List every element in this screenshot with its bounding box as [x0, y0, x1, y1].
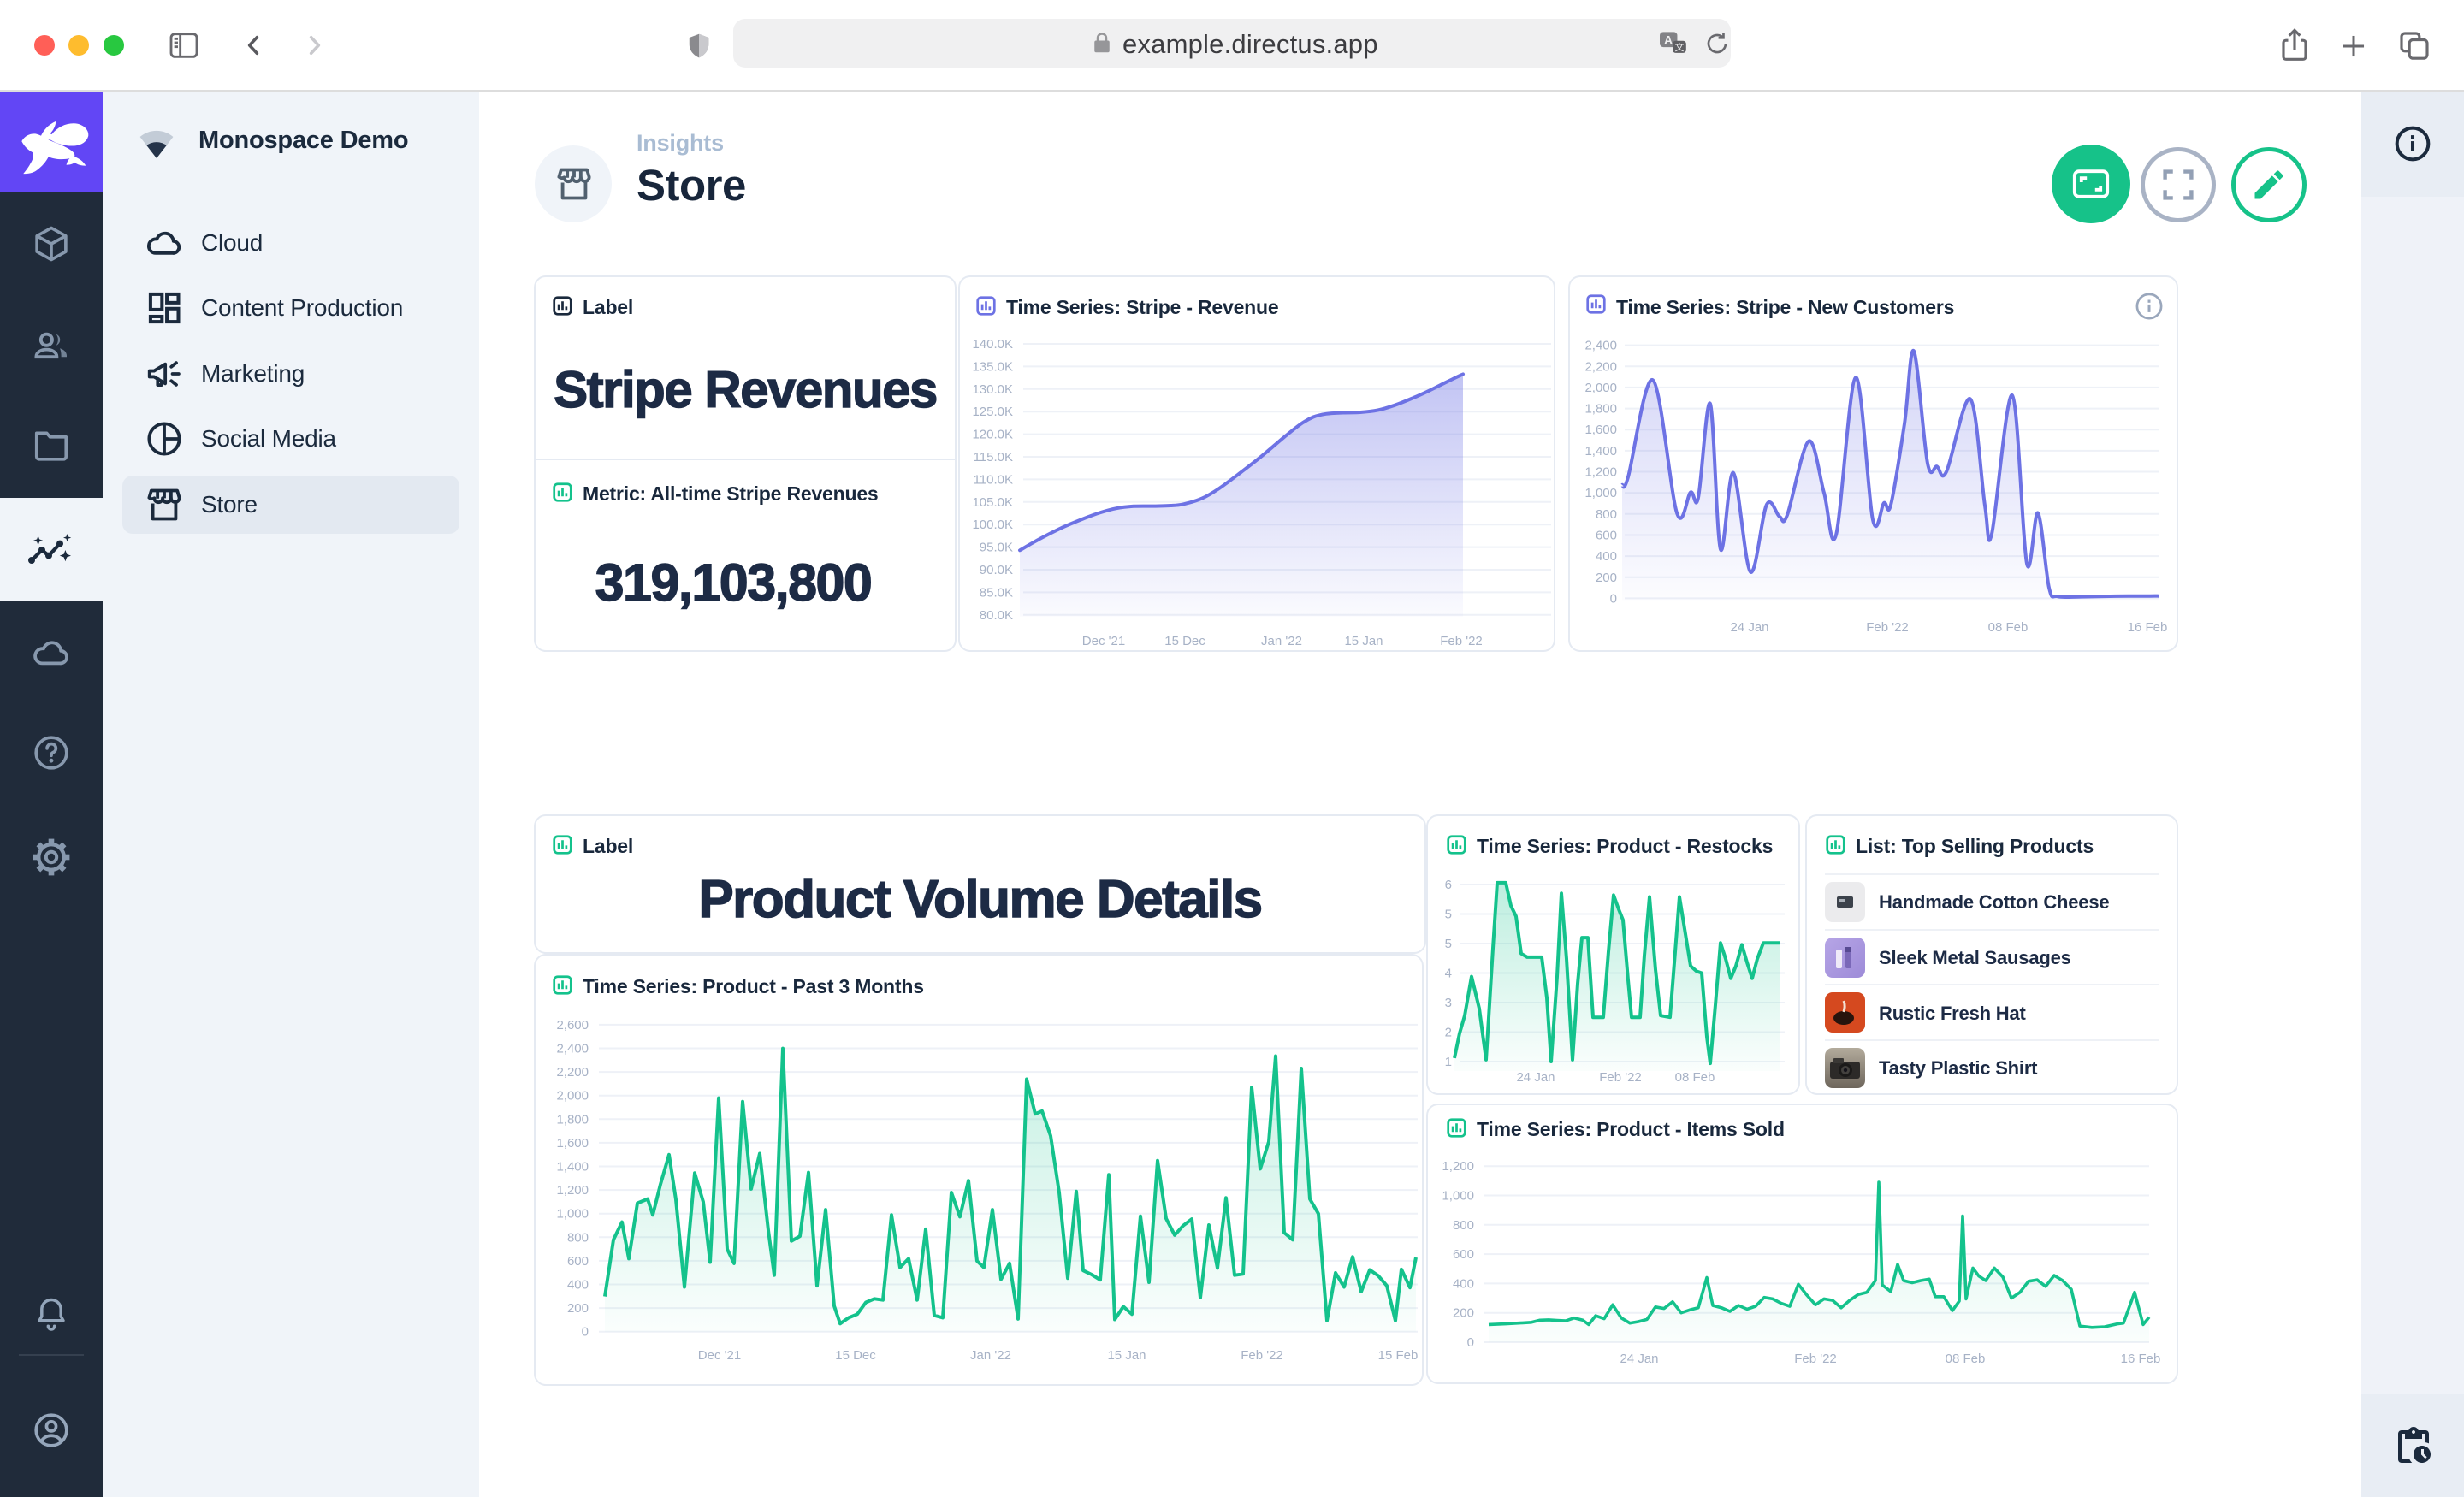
- svg-text:1,000: 1,000: [1442, 1189, 1474, 1204]
- svg-text:2,200: 2,200: [1584, 359, 1617, 374]
- svg-text:24 Jan: 24 Jan: [1620, 1352, 1658, 1366]
- svg-text:A: A: [1664, 33, 1673, 46]
- svg-text:140.0K: 140.0K: [972, 337, 1013, 352]
- svg-text:15 Feb: 15 Feb: [1378, 1348, 1419, 1363]
- svg-text:Feb '22: Feb '22: [1440, 634, 1483, 648]
- svg-text:200: 200: [1453, 1306, 1474, 1321]
- svg-text:80.0K: 80.0K: [980, 608, 1013, 623]
- svg-text:200: 200: [1596, 571, 1617, 585]
- svg-text:600: 600: [1596, 529, 1617, 543]
- svg-text:1,800: 1,800: [1584, 402, 1617, 417]
- svg-text:110.0K: 110.0K: [974, 472, 1013, 487]
- svg-text:文: 文: [1674, 41, 1684, 53]
- svg-text:2,600: 2,600: [556, 1018, 589, 1033]
- svg-text:2,000: 2,000: [556, 1089, 589, 1104]
- svg-text:2,200: 2,200: [556, 1065, 589, 1080]
- svg-text:15 Jan: 15 Jan: [1107, 1348, 1146, 1363]
- svg-text:3: 3: [1445, 996, 1452, 1010]
- svg-text:135.0K: 135.0K: [972, 359, 1013, 374]
- svg-text:1,600: 1,600: [556, 1136, 589, 1151]
- svg-text:15 Jan: 15 Jan: [1344, 634, 1383, 648]
- svg-text:130.0K: 130.0K: [972, 382, 1013, 397]
- svg-text:95.0K: 95.0K: [980, 541, 1013, 555]
- svg-text:1: 1: [1445, 1055, 1452, 1069]
- svg-text:120.0K: 120.0K: [972, 428, 1013, 442]
- svg-text:800: 800: [1453, 1218, 1474, 1233]
- svg-text:Dec '21: Dec '21: [1082, 634, 1125, 648]
- svg-text:400: 400: [1596, 549, 1617, 564]
- svg-text:16 Feb: 16 Feb: [2121, 1352, 2161, 1366]
- svg-text:Feb '22: Feb '22: [1599, 1070, 1642, 1085]
- svg-text:800: 800: [567, 1230, 589, 1245]
- svg-text:24 Jan: 24 Jan: [1730, 620, 1768, 635]
- svg-text:2,000: 2,000: [1584, 381, 1617, 395]
- svg-text:400: 400: [567, 1278, 589, 1293]
- svg-text:15 Dec: 15 Dec: [1164, 634, 1205, 648]
- svg-text:Feb '22: Feb '22: [1866, 620, 1909, 635]
- svg-text:Feb '22: Feb '22: [1241, 1348, 1283, 1363]
- svg-text:1,200: 1,200: [1584, 465, 1617, 480]
- svg-text:85.0K: 85.0K: [980, 585, 1013, 600]
- svg-text:Dec '21: Dec '21: [698, 1348, 741, 1363]
- svg-text:16 Feb: 16 Feb: [2128, 620, 2168, 635]
- svg-text:100.0K: 100.0K: [972, 518, 1013, 532]
- svg-text:2,400: 2,400: [1584, 339, 1617, 353]
- svg-text:125.0K: 125.0K: [972, 405, 1013, 419]
- svg-text:15 Dec: 15 Dec: [835, 1348, 876, 1363]
- svg-text:24 Jan: 24 Jan: [1516, 1070, 1555, 1085]
- svg-text:Jan '22: Jan '22: [1261, 634, 1302, 648]
- svg-text:1,600: 1,600: [1584, 423, 1617, 437]
- svg-text:Jan '22: Jan '22: [970, 1348, 1011, 1363]
- svg-text:600: 600: [1453, 1247, 1474, 1262]
- svg-text:0: 0: [1610, 591, 1617, 606]
- svg-text:Feb '22: Feb '22: [1794, 1352, 1837, 1366]
- svg-text:115.0K: 115.0K: [974, 450, 1013, 464]
- svg-text:5: 5: [1445, 908, 1452, 922]
- svg-text:08 Feb: 08 Feb: [1675, 1070, 1715, 1085]
- svg-text:1,400: 1,400: [556, 1160, 589, 1175]
- svg-text:08 Feb: 08 Feb: [1988, 620, 2029, 635]
- svg-text:4: 4: [1445, 967, 1452, 981]
- svg-text:200: 200: [567, 1301, 589, 1316]
- svg-text:5: 5: [1445, 937, 1452, 951]
- svg-text:2,400: 2,400: [556, 1042, 589, 1056]
- svg-text:1,400: 1,400: [1584, 444, 1617, 459]
- svg-text:600: 600: [567, 1254, 589, 1269]
- svg-text:1,800: 1,800: [556, 1112, 589, 1127]
- svg-text:800: 800: [1596, 507, 1617, 522]
- svg-text:0: 0: [582, 1325, 589, 1340]
- svg-text:1,200: 1,200: [1442, 1159, 1474, 1174]
- svg-text:0: 0: [1467, 1335, 1474, 1350]
- svg-text:400: 400: [1453, 1276, 1474, 1291]
- svg-text:1,000: 1,000: [556, 1207, 589, 1222]
- svg-text:1,200: 1,200: [556, 1183, 589, 1198]
- svg-text:90.0K: 90.0K: [980, 563, 1013, 577]
- svg-text:2: 2: [1445, 1026, 1452, 1040]
- svg-text:6: 6: [1445, 878, 1452, 892]
- svg-text:105.0K: 105.0K: [972, 495, 1013, 510]
- svg-text:1,000: 1,000: [1584, 486, 1617, 500]
- svg-text:08 Feb: 08 Feb: [1946, 1352, 1986, 1366]
